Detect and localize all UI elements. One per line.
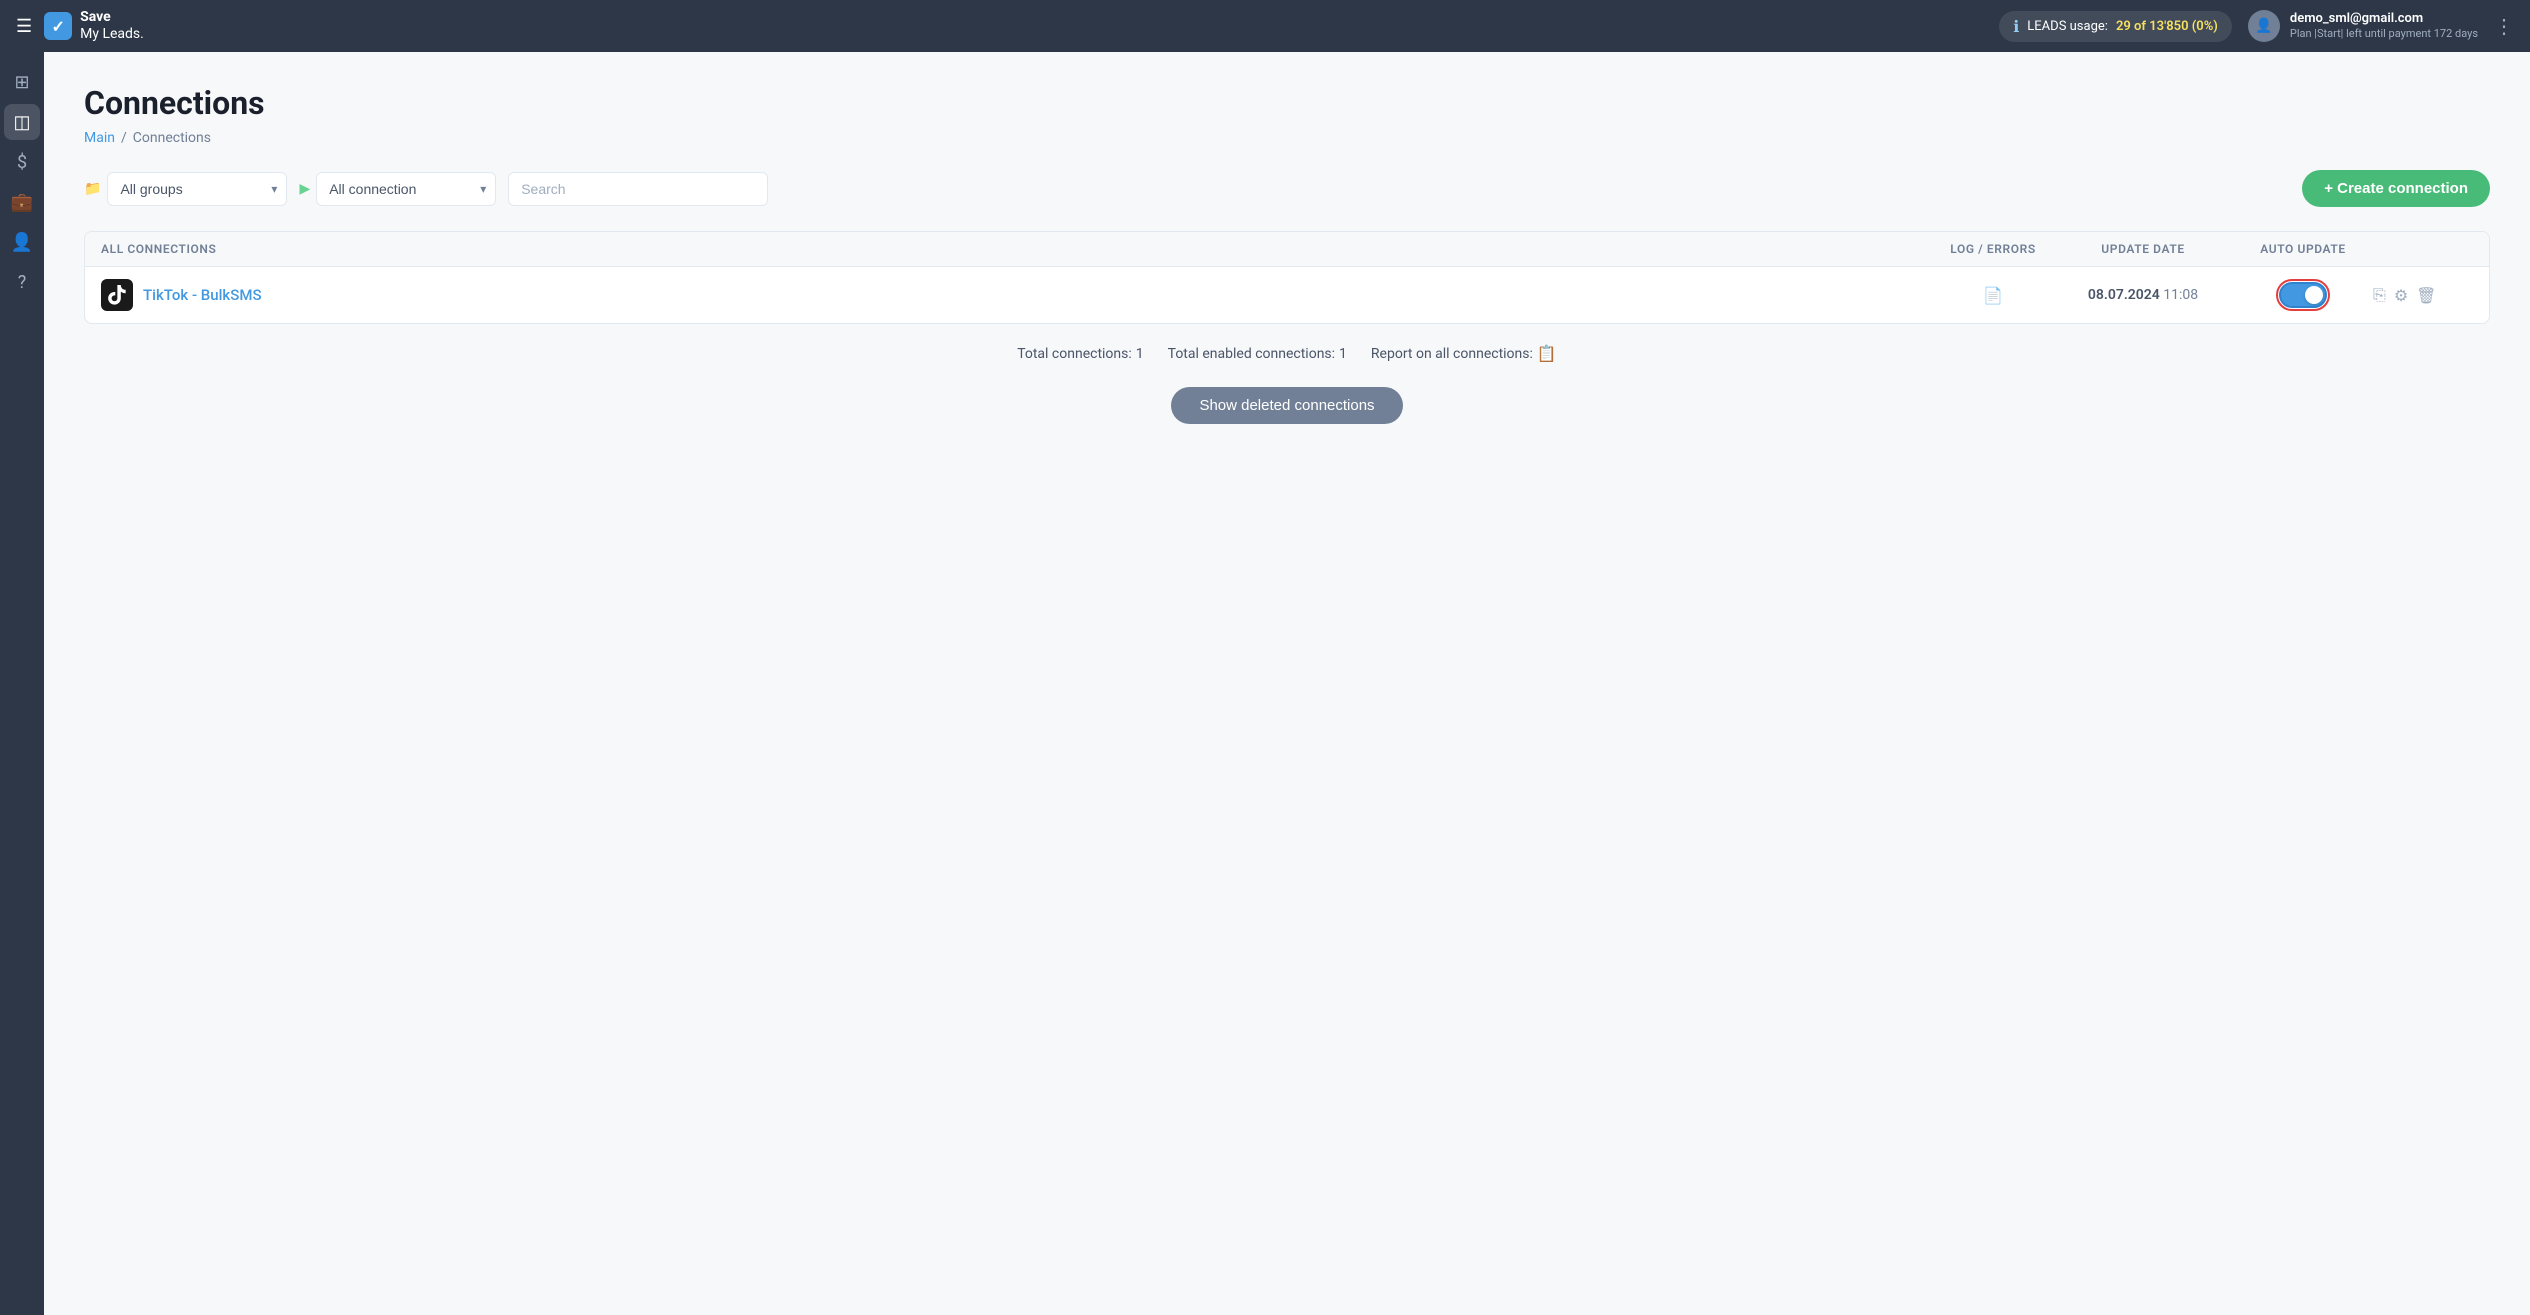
connection-name-cell: TikTok - BulkSMS — [101, 279, 1933, 311]
toggle-highlight — [2276, 279, 2330, 311]
play-icon: ▶ — [299, 181, 310, 197]
breadcrumb-current: Connections — [133, 130, 211, 146]
connection-filter[interactable]: All connection — [316, 172, 496, 206]
logo: ✓ Save My Leads. — [44, 9, 144, 43]
main-content: Connections Main / Connections 📁 All gro… — [44, 52, 2530, 1315]
stats-row: Total connections: 1 Total enabled conne… — [84, 324, 2490, 379]
hamburger-icon[interactable]: ☰ — [16, 16, 32, 37]
connections-table: ALL CONNECTIONS LOG / ERRORS UPDATE DATE… — [84, 231, 2490, 324]
sidebar-item-billing[interactable]: $ — [4, 144, 40, 180]
col-header-auto: AUTO UPDATE — [2233, 242, 2373, 256]
groups-filter-wrapper: 📁 All groups ▾ — [84, 172, 287, 206]
connection-actions-cell: ⎘ ⚙ 🗑 — [2373, 285, 2473, 305]
auto-update-toggle[interactable] — [2279, 282, 2327, 308]
connection-logo — [101, 279, 133, 311]
user-email: demo_sml@gmail.com — [2290, 11, 2478, 26]
delete-icon[interactable]: 🗑 — [2416, 286, 2436, 305]
user-plan: Plan |Start| left until payment 172 days — [2290, 27, 2478, 40]
nav-right: ℹ LEADS usage: 29 of 13'850 (0%) 👤 demo_… — [1999, 10, 2514, 42]
logo-check: ✓ — [51, 17, 64, 36]
user-details: demo_sml@gmail.com Plan |Start| left unt… — [2290, 11, 2478, 41]
sidebar: ⊞ ◫ $ 💼 👤 ? — [0, 52, 44, 1315]
sidebar-item-connections[interactable]: ◫ — [4, 104, 40, 140]
info-icon: ℹ — [2013, 17, 2019, 36]
total-connections-label: Total connections: — [1017, 346, 1132, 362]
report-icon[interactable]: 📋 — [1537, 344, 1557, 363]
groups-filter[interactable]: All groups — [107, 172, 287, 206]
logo-text: Save My Leads. — [80, 9, 144, 43]
toolbar: 📁 All groups ▾ ▶ All connection ▾ + Crea… — [84, 170, 2490, 207]
col-header-log: LOG / ERRORS — [1933, 242, 2053, 256]
col-header-name: ALL CONNECTIONS — [101, 242, 1933, 256]
search-wrapper — [508, 172, 768, 206]
settings-icon[interactable]: ⚙ — [2394, 286, 2408, 305]
leads-usage-label: LEADS usage: — [2027, 19, 2108, 34]
more-options-icon[interactable]: ⋮ — [2494, 14, 2514, 38]
update-date: 08.07.2024 — [2088, 287, 2160, 303]
create-connection-button[interactable]: + Create connection — [2302, 170, 2490, 207]
sidebar-item-account[interactable]: 👤 — [4, 224, 40, 260]
copy-icon[interactable]: ⎘ — [2373, 285, 2386, 305]
show-deleted-wrapper: Show deleted connections — [84, 379, 2490, 448]
sidebar-item-briefcase[interactable]: 💼 — [4, 184, 40, 220]
breadcrumb: Main / Connections — [84, 130, 2490, 146]
connection-update-cell: 08.07.2024 11:08 — [2053, 287, 2233, 303]
breadcrumb-separator: / — [121, 130, 127, 146]
logo-line1: Save — [80, 9, 144, 26]
total-connections-stat: Total connections: 1 — [1017, 346, 1143, 362]
breadcrumb-main-link[interactable]: Main — [84, 130, 115, 146]
auto-update-toggle-wrapper — [2233, 282, 2373, 308]
sidebar-item-home[interactable]: ⊞ — [4, 64, 40, 100]
connection-log-cell: 📄 — [1933, 286, 2053, 305]
logo-line2: My Leads. — [80, 26, 144, 43]
search-input[interactable] — [508, 172, 768, 206]
page-title: Connections — [84, 84, 2490, 122]
folder-icon: 📁 — [84, 181, 101, 197]
total-enabled-stat: Total enabled connections: 1 — [1168, 346, 1347, 362]
table-row: TikTok - BulkSMS 📄 08.07.2024 11:08 — [85, 267, 2489, 323]
logo-icon: ✓ — [44, 12, 72, 40]
total-connections-value: 1 — [1136, 346, 1144, 362]
document-icon[interactable]: 📄 — [1983, 286, 2003, 305]
table-header: ALL CONNECTIONS LOG / ERRORS UPDATE DATE… — [85, 232, 2489, 267]
avatar: 👤 — [2248, 10, 2280, 42]
sidebar-item-help[interactable]: ? — [4, 264, 40, 300]
total-enabled-value: 1 — [1339, 346, 1347, 362]
top-navigation: ☰ ✓ Save My Leads. ℹ LEADS usage: 29 of … — [0, 0, 2530, 52]
nav-left: ☰ ✓ Save My Leads. — [16, 9, 144, 43]
leads-current: 29 of 13'850 (0%) — [2116, 19, 2218, 34]
connection-filter-wrapper: ▶ All connection ▾ — [299, 172, 496, 206]
update-time: 11:08 — [2163, 287, 2198, 303]
show-deleted-button[interactable]: Show deleted connections — [1171, 387, 1402, 424]
col-header-update: UPDATE DATE — [2053, 242, 2233, 256]
report-stat: Report on all connections: 📋 — [1371, 344, 1557, 363]
total-enabled-label: Total enabled connections: — [1168, 346, 1335, 362]
report-label: Report on all connections: — [1371, 346, 1533, 362]
leads-usage-badge: ℹ LEADS usage: 29 of 13'850 (0%) — [1999, 11, 2232, 42]
layout: ⊞ ◫ $ 💼 👤 ? Connections Main / Connectio… — [0, 52, 2530, 1315]
user-info: 👤 demo_sml@gmail.com Plan |Start| left u… — [2248, 10, 2478, 42]
connection-name-link[interactable]: TikTok - BulkSMS — [143, 286, 262, 304]
